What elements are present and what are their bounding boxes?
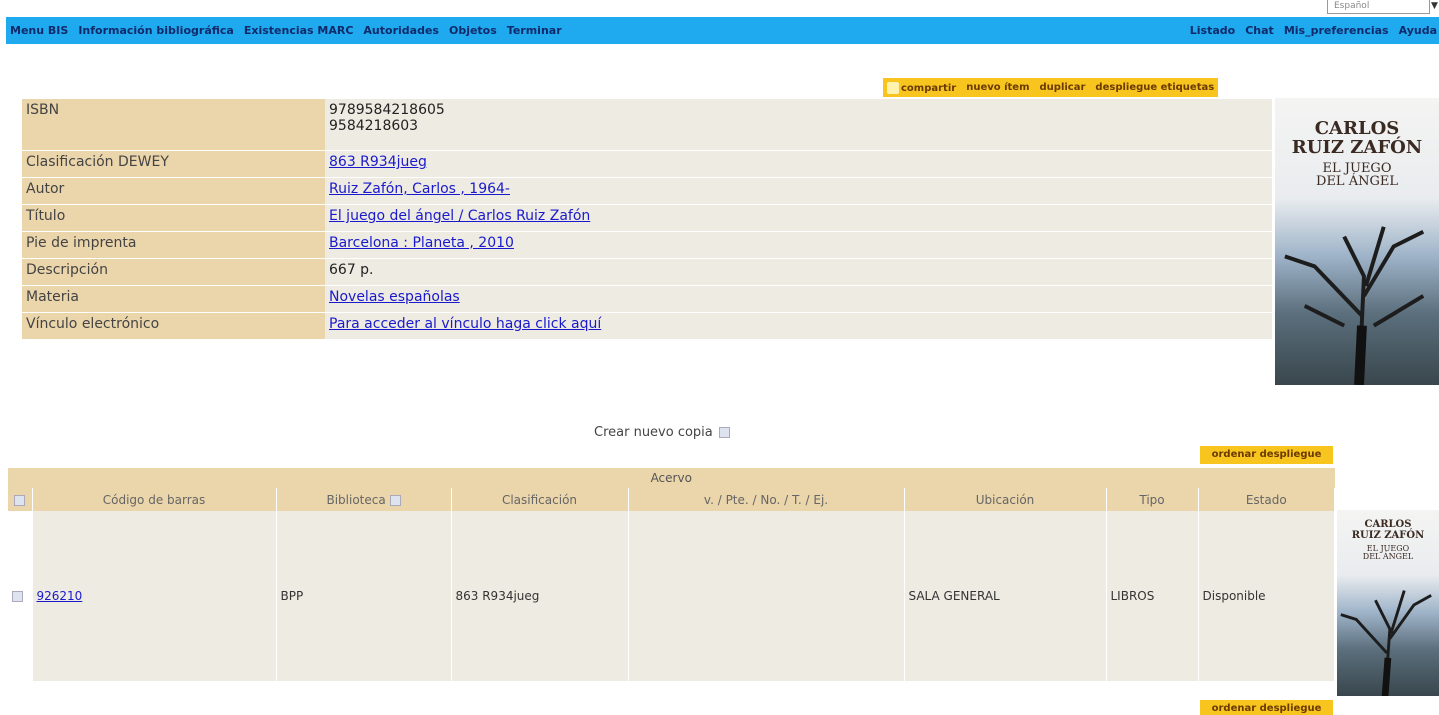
description-value: 667 p.	[325, 259, 1272, 285]
row-select	[8, 511, 33, 681]
main-menu-bar: Menu BIS Información bibliográfica Exist…	[6, 17, 1439, 44]
tree-illustration	[1340, 589, 1432, 696]
display-labels-button[interactable]: despliegue etiquetas	[1095, 82, 1214, 93]
share-icon	[887, 81, 899, 94]
menu-item-finish[interactable]: Terminar	[507, 24, 562, 37]
author-link[interactable]: Ruiz Zafón, Carlos , 1964-	[329, 181, 510, 197]
tree-illustration	[1284, 226, 1425, 385]
menu-item-menu-bis[interactable]: Menu BIS	[10, 24, 68, 37]
isbn-values: 9789584218605 9584218603	[325, 99, 1272, 150]
order-display-button-bottom[interactable]: ordenar despliegue	[1200, 700, 1333, 715]
field-label: Autor	[22, 178, 325, 204]
electronic-link[interactable]: Para acceder al vínculo haga click aquí	[329, 316, 601, 332]
field-label: ISBN	[22, 99, 325, 150]
bibliographic-record-table: ISBN 9789584218605 9584218603 Clasificac…	[22, 98, 1272, 340]
library-filter-checkbox[interactable]	[389, 494, 401, 506]
menu-item-list[interactable]: Listado	[1190, 24, 1235, 37]
imprint-link[interactable]: Barcelona : Planeta , 2010	[329, 235, 514, 251]
menu-item-authorities[interactable]: Autoridades	[363, 24, 439, 37]
menu-item-bibliographic-info[interactable]: Información bibliográfica	[78, 24, 234, 37]
menu-item-marc-holdings[interactable]: Existencias MARC	[244, 24, 354, 37]
library-cell: BPP	[276, 511, 452, 681]
volume-cell	[628, 511, 905, 681]
new-copy-label: Crear nuevo copia	[594, 425, 713, 440]
type-cell: LIBROS	[1106, 511, 1199, 681]
menu-item-objects[interactable]: Objetos	[449, 24, 497, 37]
book-cover-image: CARLOS RUIZ ZAFÓN EL JUEGO DEL ÁNGEL	[1275, 98, 1439, 385]
cover-author: CARLOS RUIZ ZAFÓN	[1291, 118, 1423, 158]
menu-right-group: Listado Chat Mis_preferencias Ayuda	[1190, 24, 1437, 37]
menu-item-preferences[interactable]: Mis_preferencias	[1284, 24, 1389, 37]
column-header-status: Estado	[1198, 488, 1335, 511]
record-row-electronic-link: Vínculo electrónico Para acceder al vínc…	[22, 313, 1272, 339]
field-label: Materia	[22, 286, 325, 312]
location-cell: SALA GENERAL	[904, 511, 1107, 681]
isbn-value: 9789584218605	[329, 102, 445, 118]
new-copy-checkbox[interactable]	[718, 427, 730, 438]
subject-link[interactable]: Novelas españolas	[329, 289, 460, 305]
row-checkbox[interactable]	[12, 591, 23, 602]
order-display-button-top[interactable]: ordenar despliegue	[1200, 446, 1333, 464]
dewey-link[interactable]: 863 R934jueg	[329, 154, 427, 170]
share-button[interactable]: compartir	[887, 81, 956, 94]
column-header-volume: v. / Pte. / No. / T. / Ej.	[628, 488, 905, 511]
column-header-location: Ubicación	[904, 488, 1107, 511]
duplicate-button[interactable]: duplicar	[1040, 82, 1086, 93]
column-header-library: Biblioteca	[276, 488, 452, 511]
column-header-type: Tipo	[1106, 488, 1199, 511]
isbn-value: 9584218603	[329, 118, 419, 134]
field-label: Pie de imprenta	[22, 232, 325, 258]
barcode-cell: 926210	[32, 511, 277, 681]
record-row-title: Título El juego del ángel / Carlos Ruiz …	[22, 205, 1272, 231]
book-cover-thumbnail: CARLOS RUIZ ZAFÓN EL JUEGO DEL ÁNGEL	[1337, 510, 1439, 696]
field-label: Clasificación DEWEY	[22, 151, 325, 177]
menu-left-group: Menu BIS Información bibliográfica Exist…	[10, 24, 562, 37]
title-link[interactable]: El juego del ángel / Carlos Ruiz Zafón	[329, 208, 590, 224]
record-row-isbn: ISBN 9789584218605 9584218603	[22, 99, 1272, 150]
field-label: Título	[22, 205, 325, 231]
record-row-dewey: Clasificación DEWEY 863 R934jueg	[22, 151, 1272, 177]
field-label: Descripción	[22, 259, 325, 285]
language-select[interactable]: Español	[1327, 0, 1430, 14]
field-label: Vínculo electrónico	[22, 313, 325, 339]
status-cell: Disponible	[1198, 511, 1335, 681]
menu-item-chat[interactable]: Chat	[1245, 24, 1274, 37]
record-row-subject: Materia Novelas españolas	[22, 286, 1272, 312]
holdings-table: Acervo Código de barras Biblioteca Clasi…	[8, 468, 1335, 681]
column-header-classification: Clasificación	[451, 488, 629, 511]
new-item-button[interactable]: nuevo ítem	[966, 82, 1029, 93]
chevron-down-icon[interactable]: ▼	[1430, 0, 1439, 14]
new-copy-control: Crear nuevo copia	[594, 425, 730, 440]
menu-item-help[interactable]: Ayuda	[1399, 24, 1437, 37]
barcode-link[interactable]: 926210	[37, 589, 83, 603]
record-row-description: Descripción 667 p.	[22, 259, 1272, 285]
record-row-imprint: Pie de imprenta Barcelona : Planeta , 20…	[22, 232, 1272, 258]
select-all-column	[8, 488, 33, 511]
cover-title: EL JUEGO DEL ÁNGEL	[1316, 160, 1398, 190]
record-actions-toolbar: compartir nuevo ítem duplicar despliegue…	[883, 78, 1219, 97]
classification-cell: 863 R934jueg	[451, 511, 629, 681]
cover-title: EL JUEGO DEL ÁNGEL	[1362, 544, 1414, 562]
record-row-author: Autor Ruiz Zafón, Carlos , 1964-	[22, 178, 1272, 204]
holdings-group-title: Acervo	[8, 468, 1335, 488]
table-row: 926210 BPP 863 R934jueg SALA GENERAL LIB…	[8, 511, 1335, 681]
cover-author: CARLOS RUIZ ZAFÓN	[1351, 519, 1425, 541]
select-all-checkbox[interactable]	[14, 494, 26, 506]
column-header-barcode: Código de barras	[32, 488, 277, 511]
